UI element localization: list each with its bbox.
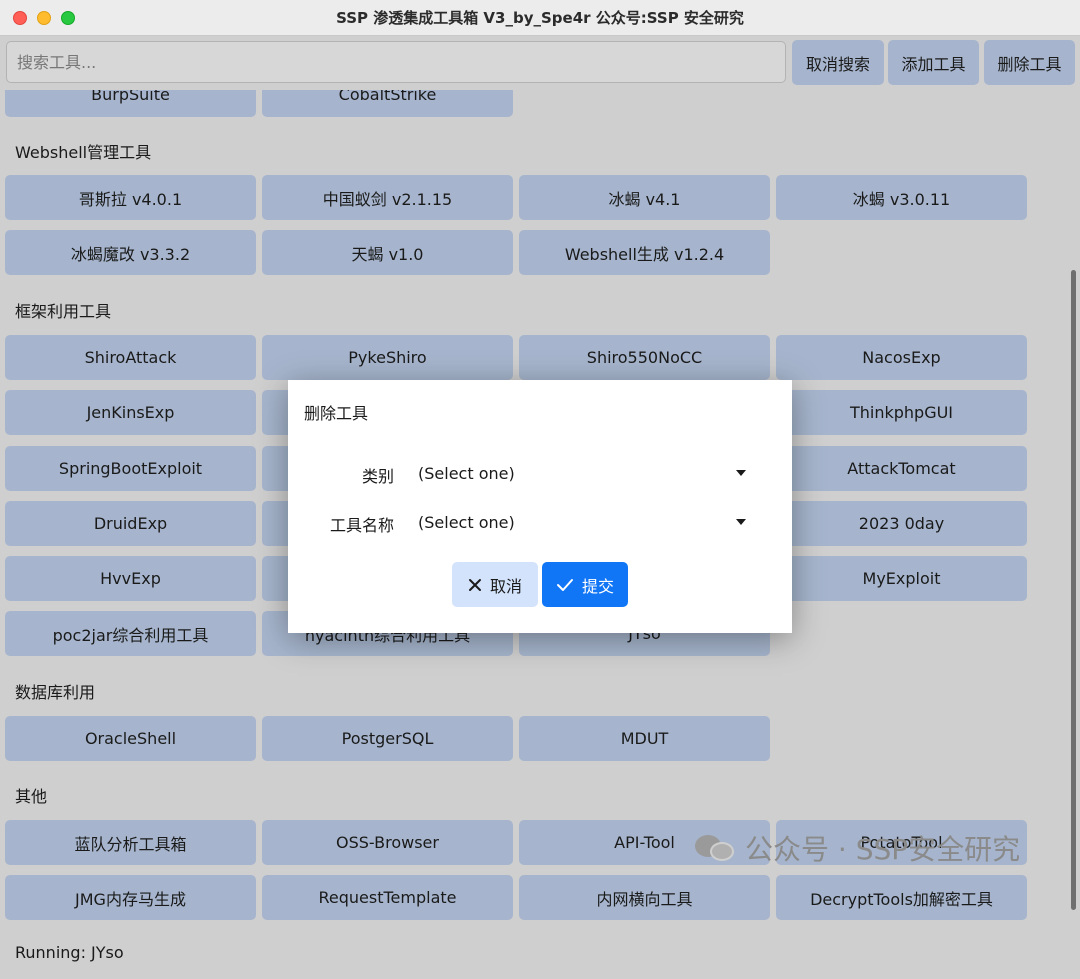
watermark: 公众号 · SSP安全研究 [695,828,1020,868]
tool-button[interactable]: OSS-Browser [262,820,513,865]
chevron-down-icon [736,470,746,476]
watermark-text: 公众号 · SSP安全研究 [745,833,1021,866]
dialog-title: 删除工具 [304,404,369,423]
tool-button[interactable]: OracleShell [5,716,256,761]
tool-button[interactable]: 冰蝎魔改 v3.3.2 [5,230,256,275]
add-tool-button[interactable]: 添加工具 [888,40,979,85]
tool-button[interactable]: 冰蝎 v4.1 [519,175,770,220]
checkmark-icon [556,578,573,591]
tool-button[interactable]: 冰蝎 v3.0.11 [776,175,1027,220]
close-icon [468,578,481,591]
section-title-framework: 框架利用工具 [15,302,112,321]
tool-button[interactable]: 蓝队分析工具箱 [5,820,256,865]
scrollbar-thumb[interactable] [1071,270,1076,910]
tool-name-select-value: (Select one) [418,512,515,532]
tool-button-cobaltstrike[interactable]: CobaltStrike [262,90,513,117]
submit-label: 提交 [581,576,614,596]
tool-button[interactable]: HvvExp [5,556,256,601]
tool-button[interactable]: MyExploit [776,556,1027,601]
cancel-label: 取消 [489,576,522,596]
dialog-submit-button[interactable]: 提交 [542,562,628,607]
tool-button[interactable]: poc2jar综合利用工具 [5,611,256,656]
wechat-icon [695,833,737,863]
tool-button[interactable]: JMG内存马生成 [5,875,256,920]
tool-button[interactable]: MDUT [519,716,770,761]
tool-button[interactable]: Webshell生成 v1.2.4 [519,230,770,275]
status-text: Running: JYso [15,943,124,962]
tool-button[interactable]: NacosExp [776,335,1027,380]
delete-tool-button[interactable]: 删除工具 [984,40,1075,85]
tool-button[interactable]: RequestTemplate [262,875,513,920]
tool-button[interactable]: ShiroAttack [5,335,256,380]
tool-button[interactable]: 中国蚁剑 v2.1.15 [262,175,513,220]
tool-name-label: 工具名称 [329,516,394,535]
tool-button[interactable]: DecryptTools加解密工具 [776,875,1027,920]
tool-button[interactable]: ThinkphpGUI [776,390,1027,435]
tool-button[interactable]: Shiro550NoCC [519,335,770,380]
category-label: 类别 [361,467,394,486]
tool-button[interactable]: PostgerSQL [262,716,513,761]
toolbar: 取消搜索 添加工具 删除工具 [0,36,1080,90]
tool-button[interactable]: SpringBootExploit [5,446,256,491]
search-input[interactable] [6,41,786,83]
section-title-webshell: Webshell管理工具 [15,143,152,162]
category-select-value: (Select one) [418,463,515,483]
section-title-database: 数据库利用 [15,683,96,702]
chevron-down-icon [736,519,746,525]
dialog-cancel-button[interactable]: 取消 [452,562,538,607]
title-bar: SSP 渗透集成工具箱 V3_by_Spe4r 公众号:SSP 安全研究 [0,0,1080,36]
section-title-other: 其他 [15,787,48,806]
tool-button[interactable]: AttackTomcat [776,446,1027,491]
delete-tool-dialog: 删除工具 类别 (Select one) 工具名称 (Select one) 取… [288,380,792,633]
tool-button[interactable]: 天蝎 v1.0 [262,230,513,275]
tool-button-burpsuite[interactable]: BurpSuite [5,90,256,117]
tool-button[interactable]: DruidExp [5,501,256,546]
tool-button[interactable]: 2023 0day [776,501,1027,546]
window-title: SSP 渗透集成工具箱 V3_by_Spe4r 公众号:SSP 安全研究 [336,9,744,27]
category-select[interactable]: (Select one) [418,457,758,489]
cancel-search-button[interactable]: 取消搜索 [792,40,884,85]
tool-button[interactable]: 内网横向工具 [519,875,770,920]
tool-button[interactable]: PykeShiro [262,335,513,380]
tool-name-select[interactable]: (Select one) [418,506,758,538]
tool-button[interactable]: 哥斯拉 v4.0.1 [5,175,256,220]
tool-button[interactable]: JenKinsExp [5,390,256,435]
